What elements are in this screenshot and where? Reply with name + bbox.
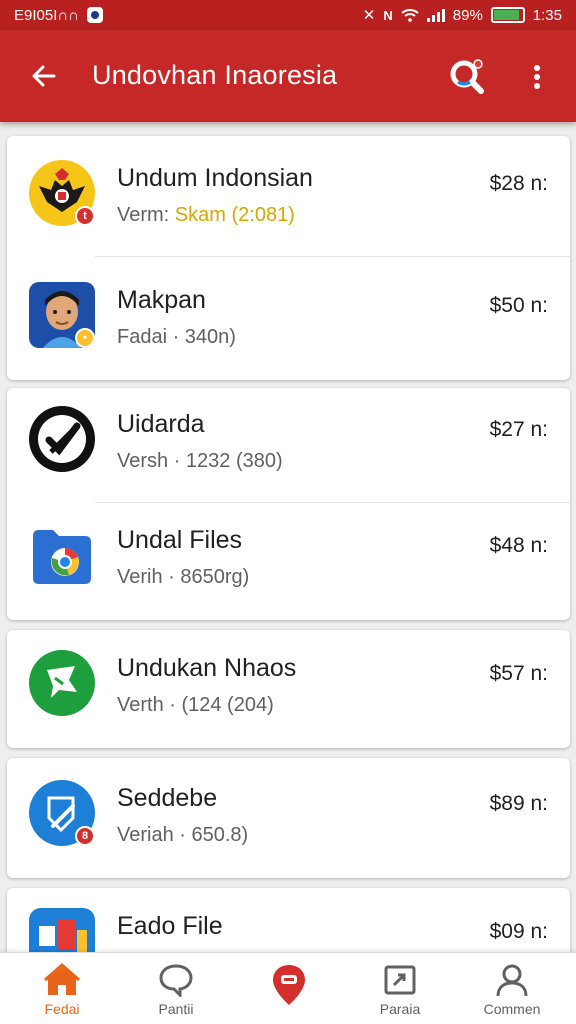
app-price: $57 n: — [489, 662, 548, 685]
app-name: Makpan — [117, 286, 206, 314]
check-icon — [29, 406, 95, 472]
nav-label: Paraia — [379, 1001, 421, 1017]
chat-icon — [29, 650, 95, 716]
battery-fill — [493, 10, 519, 20]
wifi-icon — [401, 9, 419, 22]
person-icon — [496, 964, 528, 997]
battery-icon — [490, 7, 525, 23]
mute-icon: ✕ — [362, 7, 376, 24]
list-item[interactable]: t Undum Indonsian Verm: Skam (2:081) $28… — [7, 136, 570, 258]
nav-item-chat[interactable]: Pantii — [126, 953, 226, 1024]
bottom-navigation: Fedai Pantii Paraia Commen — [0, 952, 576, 1024]
app-name: Uidarda — [117, 410, 205, 438]
list-item[interactable]: Undal Files Verih · 8650rg) $48 n: — [7, 498, 570, 620]
more-options-button[interactable] — [522, 60, 552, 94]
app-version: Verth · (124 (204) — [117, 694, 274, 716]
app-bar: Undovhan Inaoresia — [0, 30, 576, 122]
app-name: Undum Indonsian — [117, 164, 313, 192]
app-version: Verih · 8650rg) — [117, 566, 250, 588]
nav-label: Commen — [483, 1001, 541, 1017]
nav-label: Pantii — [158, 1001, 194, 1017]
back-button[interactable] — [24, 58, 64, 94]
list-item[interactable]: 8 Seddebe Veriah · 650.8) $89 n: — [7, 758, 570, 878]
nav-label: Fedai — [44, 1001, 80, 1017]
battery-percent: 89% — [452, 6, 483, 24]
status-bar: E9I05I∩∩ ✕ N 89% 1:35 — [0, 0, 576, 30]
list-item[interactable]: • Makpan Fadai · 340n) $50 n: — [7, 258, 570, 380]
notification-badge: • — [75, 328, 95, 348]
notification-app-icon — [86, 7, 103, 23]
notification-badge: t — [75, 206, 95, 226]
home-icon — [44, 963, 80, 995]
app-name: Undukan Nhaos — [117, 654, 297, 682]
app-price: $50 n: — [489, 294, 548, 317]
signal-icon — [426, 8, 445, 22]
nav-item-location[interactable] — [238, 953, 338, 1024]
notification-badge: 8 — [75, 826, 95, 846]
nfc-icon: N — [383, 7, 393, 23]
avatar-icon: • — [29, 282, 95, 348]
app-card-3: Undukan Nhaos Verth · (124 (204) $57 n: — [7, 630, 570, 748]
app-version-prefix: Verm: — [117, 204, 175, 226]
list-item[interactable]: Uidarda Versh · 1232 (380) $27 n: — [7, 388, 570, 504]
folder-icon — [29, 522, 95, 588]
nav-item-home[interactable]: Fedai — [12, 953, 112, 1024]
app-price: $89 n: — [489, 792, 548, 815]
app-version: Versh · 1232 (380) — [117, 450, 283, 472]
chart-icon — [384, 965, 416, 995]
garuda-icon: t — [29, 160, 95, 226]
app-name: Seddebe — [117, 784, 218, 812]
app-version: Veriah · 650.8) — [117, 824, 249, 846]
search-button[interactable] — [446, 56, 488, 98]
chat-bubble-icon — [159, 964, 193, 997]
app-card-2: Uidarda Versh · 1232 (380) $27 n: Undal … — [7, 388, 570, 620]
app-price: $27 n: — [489, 418, 548, 441]
app-price: $48 n: — [489, 534, 548, 557]
app-version: Verm: Skam (2:081) — [117, 204, 295, 227]
app-card-1: t Undum Indonsian Verm: Skam (2:081) $28… — [7, 136, 570, 380]
divider — [95, 256, 570, 257]
app-name: Undal Files — [117, 526, 243, 554]
edit-icon: 8 — [29, 780, 95, 846]
nav-item-stats[interactable]: Paraia — [350, 953, 450, 1024]
app-price: $28 n: — [489, 172, 548, 195]
nav-item-profile[interactable]: Commen — [462, 953, 562, 1024]
status-left-text: E9I05I∩∩ — [14, 6, 79, 24]
page-title: Undovhan Inaoresia — [92, 60, 338, 90]
pin-icon — [273, 965, 305, 1005]
status-right: ✕ N 89% 1:35 — [362, 6, 562, 25]
search-icon — [450, 59, 484, 94]
app-price: $09 n: — [489, 920, 548, 943]
app-version: Fadai · 340n) — [117, 326, 236, 348]
app-card-4: 8 Seddebe Veriah · 650.8) $89 n: — [7, 758, 570, 878]
app-version-highlight: Skam (2:081) — [174, 204, 295, 226]
app-name: Eado File — [117, 912, 223, 940]
status-left: E9I05I∩∩ — [14, 7, 103, 24]
status-time: 1:35 — [532, 6, 562, 24]
list-item[interactable]: Undukan Nhaos Verth · (124 (204) $57 n: — [7, 630, 570, 748]
more-vert-icon — [534, 65, 540, 89]
back-arrow-icon — [32, 65, 56, 87]
